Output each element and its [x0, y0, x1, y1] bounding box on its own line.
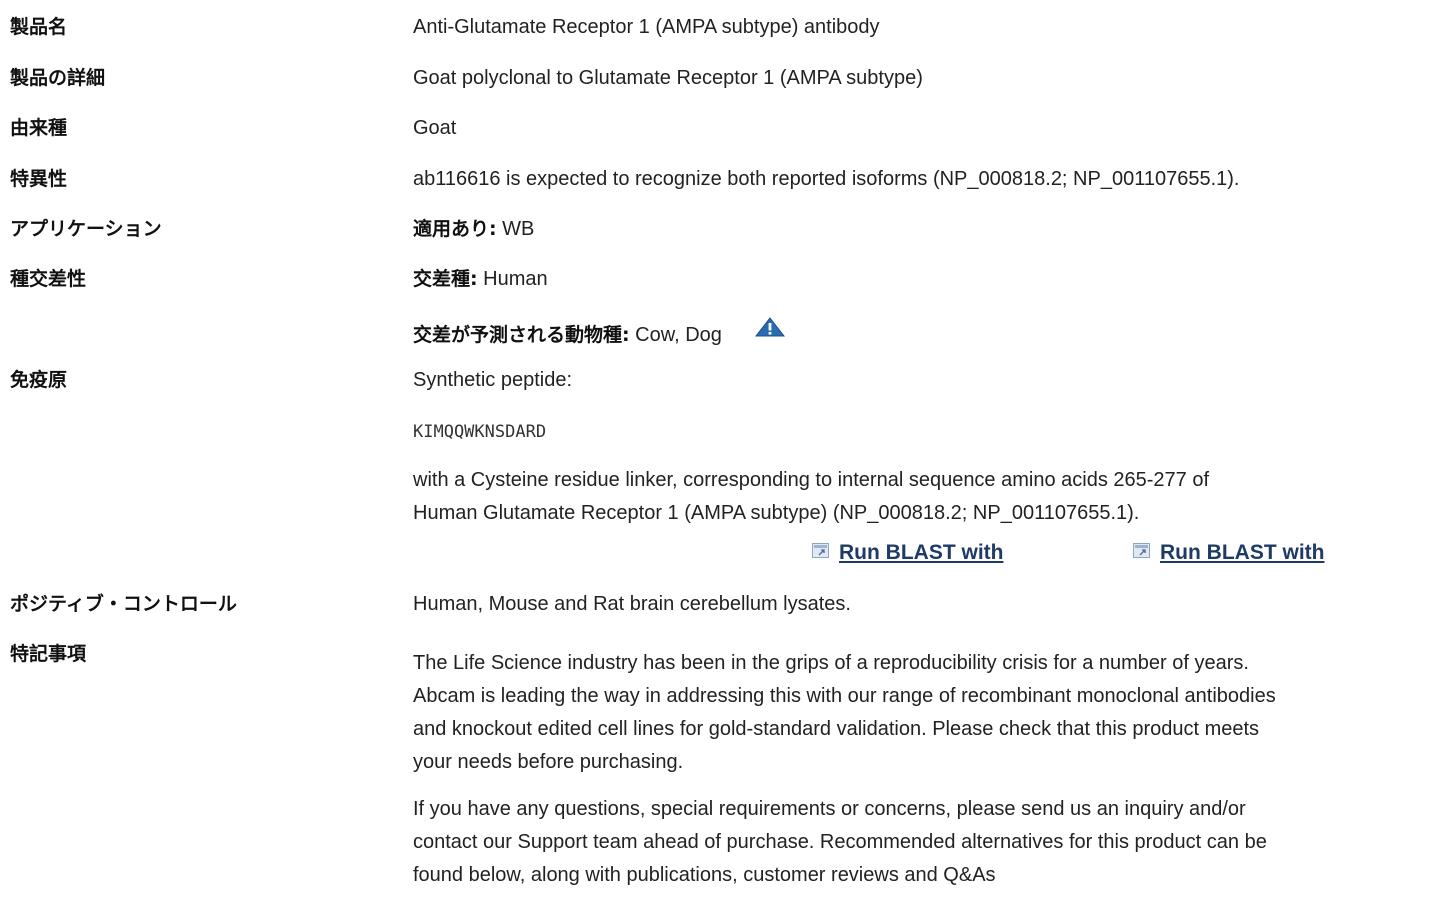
- value-positive-control: Human, Mouse and Rat brain cerebellum ly…: [413, 593, 851, 615]
- run-blast-link-1-label: Run BLAST with: [839, 541, 1004, 564]
- label-positive-control: ポジティブ・コントロール: [10, 593, 237, 615]
- notes-p1-line: and knockout edited cell lines for gold-…: [413, 718, 1260, 740]
- value-tested-species: 交差種: Human: [413, 266, 548, 292]
- notes-paragraph-2: If you have any questions, special requi…: [413, 793, 1443, 892]
- immunogen-sequence: KIMQQWKNSDARD: [413, 422, 547, 442]
- label-product-detail: 製品の詳細: [10, 67, 106, 89]
- run-blast-link-2-label: Run BLAST with: [1160, 541, 1325, 564]
- value-specificity: ab116616 is expected to recognize both r…: [413, 168, 1240, 190]
- run-blast-link-1[interactable]: Run BLAST with: [812, 540, 1003, 566]
- notes-p2-line: found below, along with publications, cu…: [413, 864, 996, 886]
- predicted-species-key: 交差が予測される動物種:: [413, 324, 630, 346]
- notes-paragraph-1: The Life Science industry has been in th…: [413, 647, 1443, 779]
- label-specificity: 特異性: [10, 168, 68, 190]
- label-notes: 特記事項: [10, 643, 87, 665]
- value-product-detail: Goat polyclonal to Glutamate Receptor 1 …: [413, 67, 923, 89]
- application-key: 適用あり:: [413, 218, 497, 240]
- value-immunogen-intro: Synthetic peptide:: [413, 369, 572, 391]
- value-product-name: Anti-Glutamate Receptor 1 (AMPA subtype)…: [413, 16, 880, 38]
- run-blast-link-2[interactable]: Run BLAST with: [1133, 540, 1324, 566]
- value-application: 適用あり: WB: [413, 216, 534, 242]
- notes-p2-line: If you have any questions, special requi…: [413, 798, 1246, 820]
- application-value: WB: [502, 218, 535, 240]
- tested-species-key: 交差種:: [413, 268, 478, 290]
- label-application: アプリケーション: [10, 218, 162, 240]
- notes-p2-line: contact our Support team ahead of purcha…: [413, 831, 1267, 853]
- external-link-icon: [1133, 543, 1150, 558]
- value-predicted-species: 交差が予測される動物種: Cow, Dog: [413, 317, 786, 348]
- immunogen-line-4: Human Glutamate Receptor 1 (AMPA subtype…: [413, 502, 1140, 524]
- predicted-species-value: Cow, Dog: [635, 324, 722, 346]
- tested-species-value: Human: [483, 268, 548, 290]
- notes-p1-line: Abcam is leading the way in addressing t…: [413, 685, 1276, 707]
- label-host: 由来種: [10, 117, 68, 139]
- immunogen-line-3: with a Cysteine residue linker, correspo…: [413, 469, 1210, 491]
- label-product-name: 製品名: [10, 16, 68, 38]
- warning-triangle-icon[interactable]: [755, 317, 786, 344]
- value-host: Goat: [413, 117, 457, 139]
- external-link-icon: [812, 543, 829, 558]
- label-immunogen: 免疫原: [10, 369, 68, 391]
- notes-p1-line: your needs before purchasing.: [413, 751, 684, 773]
- notes-p1-line: The Life Science industry has been in th…: [413, 652, 1249, 674]
- label-reactivity: 種交差性: [10, 268, 87, 290]
